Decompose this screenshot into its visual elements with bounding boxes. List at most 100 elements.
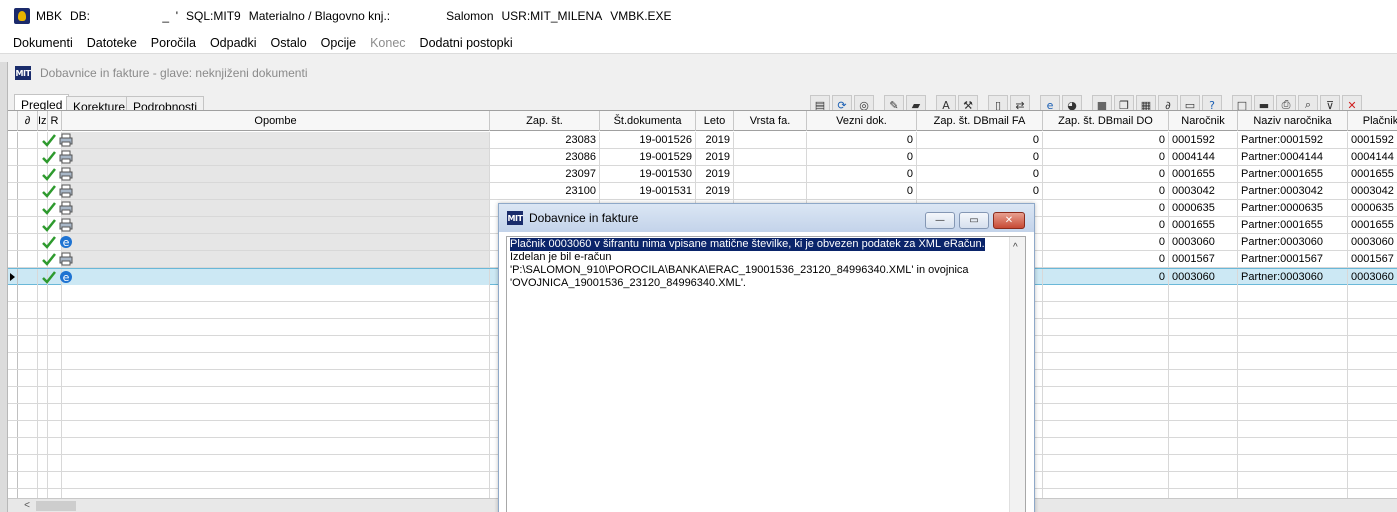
cell: [38, 404, 48, 420]
row-indicator[interactable]: [8, 166, 18, 182]
column-header[interactable]: Opombe: [62, 111, 490, 131]
cell-placnik: [1348, 353, 1397, 369]
cell-dbdo: 0: [1043, 183, 1169, 199]
dialog-title-bar[interactable]: MIT Dobavnice in fakture — ▭ ✕: [499, 204, 1034, 232]
column-header[interactable]: Zap. št.: [490, 111, 600, 131]
row-indicator[interactable]: [8, 149, 18, 165]
table-row[interactable]: 23086 19-001529 2019 0 0 0 0004144 Partner:0004…: [8, 149, 1397, 166]
column-header[interactable]: Plačnik: [1348, 111, 1397, 131]
cell: [18, 149, 38, 165]
cell-placnik: 0003042: [1348, 183, 1397, 199]
printer-icon[interactable]: [59, 218, 73, 232]
table-row[interactable]: 23097 19-001530 2019 0 0 0 0001655 Partner:0001…: [8, 166, 1397, 183]
grid-header: ∂Izp.ROpombeZap. št.Št.dokumentaLetoVrst…: [8, 111, 1397, 131]
cell-narocnik: [1169, 319, 1238, 335]
row-indicator[interactable]: [8, 251, 18, 267]
cell-placnik: [1348, 336, 1397, 352]
menu-item-poročila[interactable]: Poročila: [151, 36, 196, 50]
column-header[interactable]: Vrsta fa.: [734, 111, 807, 131]
column-header[interactable]: R: [48, 111, 62, 131]
cell-zap: 23086: [490, 149, 600, 165]
row-indicator[interactable]: [8, 319, 18, 335]
cell: [18, 183, 38, 199]
row-indicator[interactable]: [8, 183, 18, 199]
row-indicator[interactable]: [8, 200, 18, 216]
scroll-left-icon[interactable]: <: [18, 499, 36, 512]
menu-item-odpadki[interactable]: Odpadki: [210, 36, 257, 50]
cell-naziv: [1238, 336, 1348, 352]
row-indicator[interactable]: [8, 336, 18, 352]
minimize-button[interactable]: —: [925, 212, 955, 229]
printer-icon[interactable]: [59, 150, 73, 164]
attachment-column-icon[interactable]: ∂: [18, 111, 38, 131]
cell-dbdo: [1043, 319, 1169, 335]
menu-item-konec[interactable]: Konec: [370, 36, 405, 50]
cell-st: 19-001526: [600, 132, 696, 148]
table-row[interactable]: 23100 19-001531 2019 0 0 0 0003042 Partner:0003…: [8, 183, 1397, 200]
cell: [48, 319, 62, 335]
cell: [18, 285, 38, 301]
row-indicator[interactable]: [8, 234, 18, 250]
printer-icon[interactable]: [59, 184, 73, 198]
row-indicator[interactable]: [8, 302, 18, 318]
menu-item-opcije[interactable]: Opcije: [321, 36, 356, 50]
cell-dbdo: 0: [1043, 217, 1169, 233]
column-header[interactable]: Leto: [696, 111, 734, 131]
close-button[interactable]: ✕: [993, 212, 1025, 229]
cell-dbdo: 0: [1043, 166, 1169, 182]
internet-explorer-icon[interactable]: e: [59, 270, 73, 284]
cell: [62, 302, 490, 318]
check-icon: [42, 134, 56, 147]
column-header[interactable]: Zap. št. DBmail DO: [1043, 111, 1169, 131]
cell: [18, 404, 38, 420]
cell-naziv: [1238, 387, 1348, 403]
row-indicator[interactable]: [8, 472, 18, 488]
cell-placnik: 0004144: [1348, 149, 1397, 165]
scroll-thumb[interactable]: [36, 501, 76, 511]
column-header[interactable]: Naziv naročnika: [1238, 111, 1348, 131]
child-window-title-bar[interactable]: MIT Dobavnice in fakture - glave: neknji…: [8, 62, 1397, 84]
menu-item-dodatni-postopki[interactable]: Dodatni postopki: [420, 36, 513, 50]
menu-item-datoteke[interactable]: Datoteke: [87, 36, 137, 50]
menu-item-ostalo[interactable]: Ostalo: [271, 36, 307, 50]
cell-naziv: Partner:0004144: [1238, 149, 1348, 165]
row-indicator[interactable]: [8, 269, 18, 285]
cell-dbfa: 0: [917, 149, 1043, 165]
column-header[interactable]: Naročnik: [1169, 111, 1238, 131]
row-indicator[interactable]: [8, 217, 18, 233]
row-indicator[interactable]: [8, 455, 18, 471]
table-row[interactable]: 23083 19-001526 2019 0 0 0 0001592 Partner:0001…: [8, 132, 1397, 149]
cell: [38, 455, 48, 471]
column-header[interactable]: Št.dokumenta: [600, 111, 696, 131]
child-window-edge: [0, 62, 8, 512]
row-indicator[interactable]: [8, 438, 18, 454]
scroll-up-icon[interactable]: ^: [1013, 241, 1018, 254]
cell-naziv: [1238, 455, 1348, 471]
app-name: MBK: [36, 9, 63, 23]
menu-item-dokumenti[interactable]: Dokumenti: [13, 36, 73, 50]
printer-icon[interactable]: [59, 252, 73, 266]
cell: [18, 472, 38, 488]
cell-narocnik: 0004144: [1169, 149, 1238, 165]
cell-dbdo: [1043, 302, 1169, 318]
printer-icon[interactable]: [59, 201, 73, 215]
cell-placnik: [1348, 472, 1397, 488]
row-indicator[interactable]: [8, 489, 18, 498]
internet-explorer-icon[interactable]: e: [59, 235, 73, 249]
row-indicator[interactable]: [8, 132, 18, 148]
maximize-button[interactable]: ▭: [959, 212, 989, 229]
column-header[interactable]: Zap. št. DBmail FA: [917, 111, 1043, 131]
dialog-message-text[interactable]: Plačnik 0003060 v šifrantu nima vpisane …: [506, 236, 1026, 512]
row-indicator[interactable]: [8, 353, 18, 369]
row-indicator[interactable]: [8, 404, 18, 420]
column-header[interactable]: Vezni dok.: [807, 111, 917, 131]
dialog-vertical-scrollbar[interactable]: ^: [1009, 237, 1025, 512]
column-header[interactable]: Izp.: [38, 111, 48, 131]
row-indicator[interactable]: [8, 387, 18, 403]
row-indicator[interactable]: [8, 421, 18, 437]
printer-icon[interactable]: [59, 133, 73, 147]
module-name: Materialno / Blagovno knj.:: [248, 9, 391, 23]
row-indicator[interactable]: [8, 285, 18, 301]
row-indicator[interactable]: [8, 370, 18, 386]
printer-icon[interactable]: [59, 167, 73, 181]
